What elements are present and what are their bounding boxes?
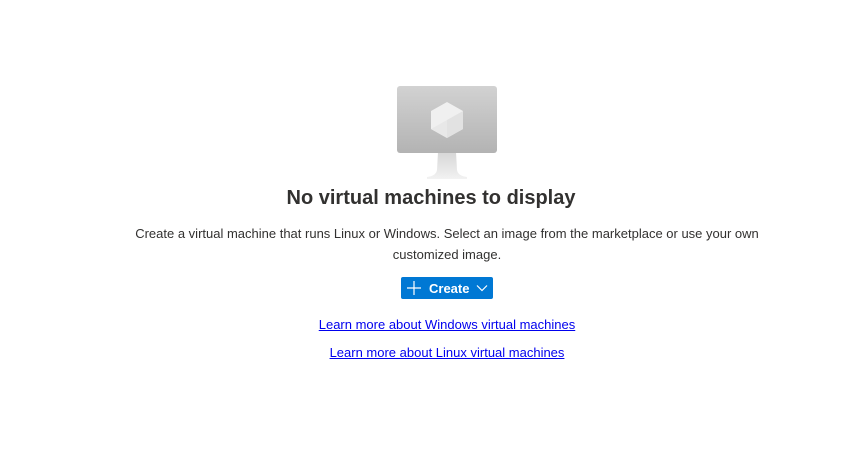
empty-state-description: Create a virtual machine that runs Linux… <box>135 226 759 262</box>
plus-icon <box>407 281 421 295</box>
create-button-label: Create <box>429 280 470 296</box>
virtual-machine-monitor-icon <box>397 86 497 179</box>
empty-state-title: No virtual machines to display <box>286 187 576 209</box>
create-button[interactable]: Create <box>401 277 493 299</box>
chevron-down-icon[interactable] <box>476 282 488 294</box>
learn-more-windows-link[interactable]: Learn more about Windows virtual machine… <box>0 317 862 332</box>
learn-more-linux-link[interactable]: Learn more about Linux virtual machines <box>0 345 862 360</box>
